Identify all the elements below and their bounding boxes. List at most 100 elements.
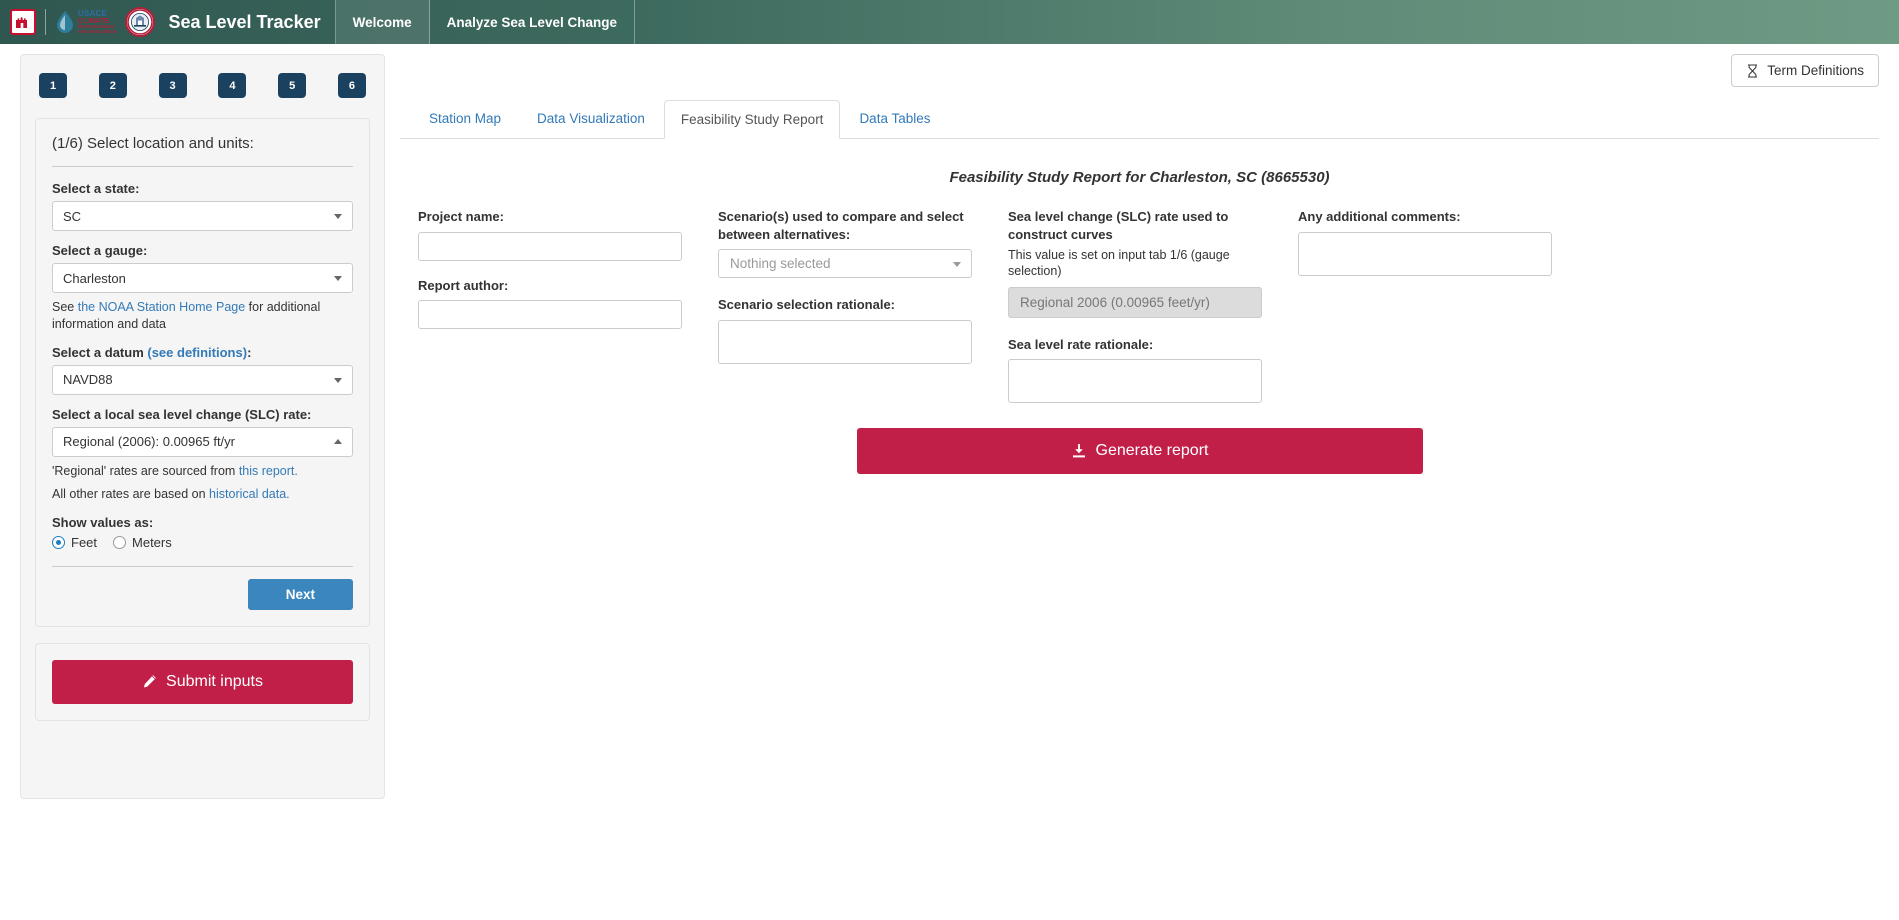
tab-station-map[interactable]: Station Map	[412, 99, 518, 138]
units-label: Show values as:	[52, 514, 154, 530]
step-button-1[interactable]: 1	[39, 73, 67, 98]
state-select-value: SC	[63, 208, 82, 224]
slc-rate-select[interactable]: Regional (2006): 0.00965 ft/yr	[52, 426, 353, 457]
nav-item-analyze-label: Analyze Sea Level Change	[446, 14, 617, 30]
chevron-up-icon	[334, 438, 342, 444]
chevron-down-icon	[334, 377, 342, 383]
nav-item-welcome-label: Welcome	[352, 14, 412, 30]
project-name-label: Project name:	[418, 209, 504, 224]
report-form: Project name: Report author: Scenario(s)…	[400, 208, 1879, 406]
next-button-label: Next	[285, 586, 315, 602]
slc-rate-used-value-text: Regional 2006 (0.00965 feet/yr)	[1020, 294, 1210, 310]
usace-castle-icon	[10, 9, 36, 35]
state-select[interactable]: SC	[52, 201, 353, 231]
brand-area[interactable]: USACE CLIMATE PREPAREDNESS AND RESILIENC…	[0, 0, 336, 44]
step-button-6[interactable]: 6	[337, 73, 366, 98]
location-units-panel: (1/6) Select location and units: Select …	[35, 118, 370, 627]
gauge-select[interactable]: Charleston	[52, 263, 353, 293]
datum-select-value: NAVD88	[63, 372, 113, 388]
slc-rate-label: Select a local sea level change (SLC) ra…	[52, 406, 312, 422]
datum-label-main: Select a datum	[52, 344, 148, 360]
submit-inputs-label: Submit inputs	[166, 672, 263, 690]
term-definitions-row: Term Definitions	[400, 54, 1879, 87]
submit-panel: Submit inputs	[35, 642, 370, 721]
chevron-down-icon	[334, 214, 342, 219]
term-definitions-button[interactable]: Term Definitions	[1731, 54, 1879, 87]
slc-rate-used-note: This value is set on input tab 1/6 (gaug…	[1008, 248, 1230, 279]
tab-feasibility-study-report[interactable]: Feasibility Study Report	[663, 100, 841, 139]
step-button-3[interactable]: 3	[158, 73, 187, 98]
generate-report-button[interactable]: Generate report	[856, 428, 1423, 475]
step-button-4-label: 4	[229, 79, 236, 92]
project-name-input[interactable]	[418, 231, 682, 261]
slc-rate-used-label: Sea level change (SLC) rate used to cons…	[1008, 209, 1229, 242]
page-body: 1 2 3 4 5 6 (1/6) Select location and un…	[0, 44, 1899, 920]
nav-item-welcome[interactable]: Welcome	[335, 0, 430, 44]
main-tabs: Station Map Data Visualization Feasibili…	[400, 99, 1879, 139]
usace-climate-logo: USACE CLIMATE PREPAREDNESS AND RESILIENC…	[55, 10, 116, 34]
step-button-5-label: 5	[289, 79, 296, 92]
report-title: Feasibility Study Report for Charleston,…	[949, 169, 1330, 186]
radio-meters[interactable]: Meters	[113, 535, 172, 550]
tab-data-tables[interactable]: Data Tables	[842, 99, 947, 138]
gauge-helper-prefix: See	[52, 300, 78, 314]
next-button-row: Next	[52, 565, 353, 610]
next-button[interactable]: Next	[247, 578, 353, 610]
radio-feet-indicator	[52, 535, 65, 549]
sea-level-rate-rationale-textarea[interactable]	[1008, 359, 1262, 404]
panel-title: (1/6) Select location and units:	[52, 135, 254, 152]
report-author-input[interactable]	[418, 300, 682, 330]
radio-feet[interactable]: Feet	[52, 535, 97, 550]
step-button-4[interactable]: 4	[218, 73, 247, 98]
step-button-row: 1 2 3 4 5 6	[35, 73, 370, 98]
usace-logo-line-4: AND RESILIENCE	[78, 28, 117, 34]
scenarios-select[interactable]: Nothing selected	[718, 249, 972, 279]
slc-rate-select-value: Regional (2006): 0.00965 ft/yr	[63, 434, 235, 450]
radio-feet-label: Feet	[71, 534, 98, 550]
slc-rate-used-value: Regional 2006 (0.00965 feet/yr)	[1008, 286, 1262, 318]
see-definitions-link[interactable]: (see definitions)	[147, 345, 247, 360]
agency-seal-icon	[125, 7, 156, 37]
step-button-2-label: 2	[109, 79, 116, 92]
step-button-2[interactable]: 2	[98, 73, 127, 98]
noaa-station-home-page-link[interactable]: the NOAA Station Home Page	[78, 300, 245, 314]
nav-item-analyze-sea-level-change[interactable]: Analyze Sea Level Change	[430, 0, 635, 44]
this-report-link[interactable]: this report.	[239, 464, 298, 478]
scenario-rationale-textarea[interactable]	[718, 319, 972, 364]
usace-logo-line-1: USACE	[78, 9, 108, 19]
additional-comments-textarea[interactable]	[1298, 231, 1552, 276]
tab-data-tables-label: Data Tables	[859, 111, 931, 126]
download-icon	[1071, 443, 1087, 459]
other-rates-note: All other rates are based on historical …	[52, 486, 353, 503]
tab-data-visualization-label: Data Visualization	[537, 111, 645, 126]
datum-select[interactable]: NAVD88	[52, 364, 353, 395]
historical-data-link[interactable]: historical data.	[209, 487, 290, 501]
panel-divider	[52, 166, 353, 167]
generate-report-row: Generate report	[400, 428, 1879, 475]
form-column-1: Project name: Report author:	[400, 208, 700, 406]
submit-inputs-button[interactable]: Submit inputs	[52, 659, 353, 704]
term-definitions-label: Term Definitions	[1767, 63, 1864, 78]
datum-label-colon: :	[247, 344, 252, 360]
scenarios-select-value: Nothing selected	[730, 256, 831, 272]
radio-meters-indicator	[113, 535, 127, 549]
gauge-helper-text: See the NOAA Station Home Page for addit…	[52, 299, 353, 333]
scenario-rationale-label: Scenario selection rationale:	[718, 297, 896, 313]
water-drop-icon	[57, 11, 73, 33]
gauge-label: Select a gauge:	[52, 243, 148, 258]
sea-level-rate-rationale-label: Sea level rate rationale:	[1008, 336, 1154, 352]
brand-divider	[45, 9, 46, 35]
chevron-down-icon	[334, 276, 342, 281]
step-button-3-label: 3	[169, 79, 176, 92]
scenarios-label: Scenario(s) used to compare and select b…	[718, 209, 964, 242]
step-button-5[interactable]: 5	[278, 73, 307, 98]
main-content: Term Definitions Station Map Data Visual…	[400, 54, 1879, 475]
top-navbar: USACE CLIMATE PREPAREDNESS AND RESILIENC…	[0, 0, 1899, 44]
datum-label: Select a datum (see definitions):	[52, 345, 353, 360]
form-column-3: Sea level change (SLC) rate used to cons…	[990, 208, 1280, 406]
radio-meters-label: Meters	[132, 534, 172, 550]
other-rates-note-prefix: All other rates are based on	[52, 486, 210, 501]
form-column-4: Any additional comments:	[1280, 208, 1570, 406]
tab-data-visualization[interactable]: Data Visualization	[520, 99, 662, 138]
tab-station-map-label: Station Map	[429, 111, 502, 126]
